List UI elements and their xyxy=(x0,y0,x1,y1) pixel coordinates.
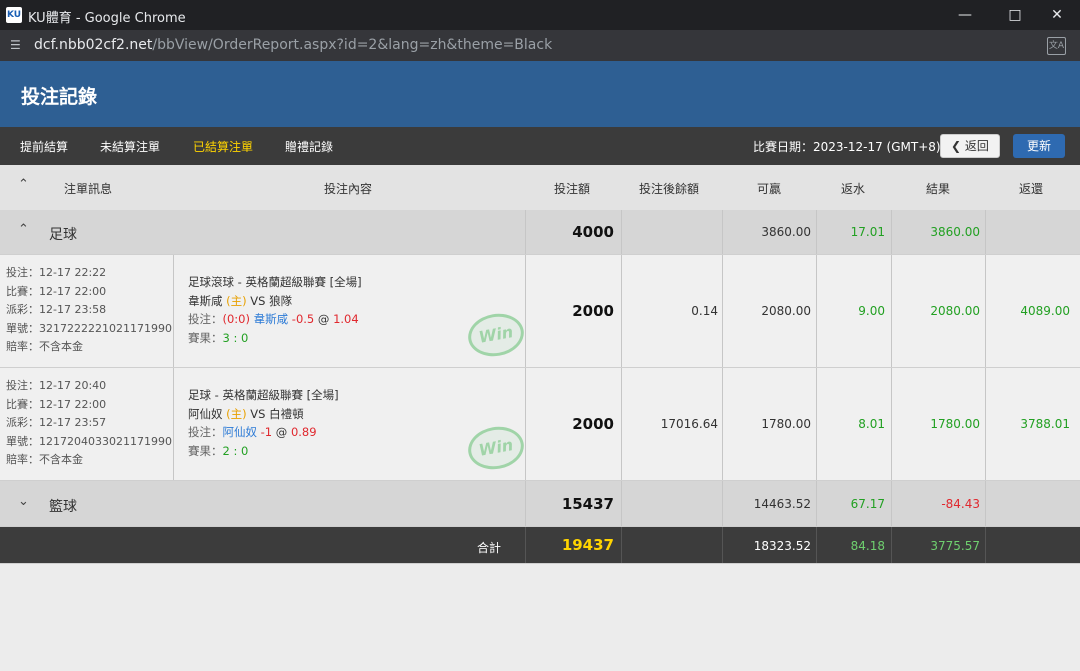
col-can-win: 可贏 xyxy=(757,182,782,196)
maximize-icon[interactable]: □ xyxy=(992,0,1038,30)
minimize-icon[interactable]: — xyxy=(942,0,988,30)
col-returned: 返還 xyxy=(1019,182,1044,196)
page-header: 投注記錄 xyxy=(0,61,1080,127)
table-header: ⌃ 注單訊息 投注內容 投注額 投注後餘額 可贏 返水 結果 返還 xyxy=(0,165,1080,211)
browser-title-bar: KU KU體育 - Google Chrome — □ ✕ xyxy=(0,0,1080,30)
col-bet-content: 投注內容 xyxy=(324,182,373,196)
chevron-down-icon[interactable]: ⌄ xyxy=(18,494,29,509)
bet-stake: 2000 xyxy=(572,415,614,433)
group-stake: 4000 xyxy=(572,223,614,241)
window-title: KU體育 - Google Chrome xyxy=(28,11,186,26)
sport-name: 籃球 xyxy=(49,499,77,515)
bet-info: 投注：12-17 22:22 比賽：12-17 22:00 派彩：12-17 2… xyxy=(6,266,172,354)
chevron-left-icon: ❮ xyxy=(951,139,965,153)
group-stake: 15437 xyxy=(561,495,614,513)
report-nav: 提前結算 未結算注單 已結算注單 贈禮記錄 比賽日期：2023-12-17 (G… xyxy=(0,127,1080,165)
page-title: 投注記錄 xyxy=(21,86,98,108)
table-row: 投注：12-17 20:40 比賽：12-17 22:00 派彩：12-17 2… xyxy=(0,368,1080,481)
col-bet-info: 注單訊息 xyxy=(64,182,113,196)
bet-content: 足球 - 英格蘭超級聯賽 [全場] 阿仙奴 (主) VS 白禮頓 投注：阿仙奴 … xyxy=(188,388,339,458)
group-result: 3860.00 xyxy=(930,225,980,239)
bet-rebate: 8.01 xyxy=(858,417,885,431)
bet-result: 2080.00 xyxy=(930,304,980,318)
sport-group-row[interactable]: ⌃ 足球 4000 3860.00 17.01 3860.00 xyxy=(0,210,1080,255)
url-text[interactable]: dcf.nbb02cf2.net/bbView/OrderReport.aspx… xyxy=(34,37,552,53)
tab-early-settlement[interactable]: 提前結算 xyxy=(20,138,68,155)
refresh-button[interactable]: 更新 xyxy=(1013,134,1065,158)
col-rebate: 返水 xyxy=(841,182,866,196)
table-row: 投注：12-17 22:22 比賽：12-17 22:00 派彩：12-17 2… xyxy=(0,255,1080,368)
total-stake: 19437 xyxy=(561,536,614,554)
total-result: 3775.57 xyxy=(930,539,980,553)
col-balance-after: 投注後餘額 xyxy=(639,182,700,196)
total-can-win: 18323.52 xyxy=(753,539,811,553)
bet-returned: 3788.01 xyxy=(1020,417,1070,431)
back-button[interactable]: ❮ 返回 xyxy=(940,134,1000,158)
close-icon[interactable]: ✕ xyxy=(1034,0,1080,30)
address-bar[interactable]: ☰ dcf.nbb02cf2.net/bbView/OrderReport.as… xyxy=(0,30,1080,61)
total-label: 合計 xyxy=(476,541,501,555)
tab-settled[interactable]: 已結算注單 xyxy=(193,138,253,155)
group-result: -84.43 xyxy=(941,497,980,511)
group-rebate: 17.01 xyxy=(850,225,885,239)
bet-stake: 2000 xyxy=(572,302,614,320)
bet-content: 足球滾球 - 英格蘭超級聯賽 [全場] 韋斯咸 (主) VS 狼隊 投注：(0:… xyxy=(188,275,362,345)
chevron-up-icon[interactable]: ⌃ xyxy=(18,222,29,237)
tab-unsettled[interactable]: 未結算注單 xyxy=(100,138,160,155)
chevron-up-icon[interactable]: ⌃ xyxy=(18,177,29,192)
bet-rebate: 9.00 xyxy=(858,304,885,318)
sport-name: 足球 xyxy=(49,227,77,243)
win-stamp-icon: Win xyxy=(464,309,528,361)
bet-returned: 4089.00 xyxy=(1020,304,1070,318)
tab-gift-records[interactable]: 贈禮記錄 xyxy=(285,138,333,155)
translate-icon[interactable]: 文A xyxy=(1047,37,1066,55)
bet-result: 1780.00 xyxy=(930,417,980,431)
total-rebate: 84.18 xyxy=(850,539,885,553)
total-row: 合計 19437 18323.52 84.18 3775.57 xyxy=(0,527,1080,564)
bet-can-win: 1780.00 xyxy=(761,417,811,431)
group-can-win: 3860.00 xyxy=(761,225,811,239)
site-info-icon[interactable]: ☰ xyxy=(10,38,24,52)
col-result: 結果 xyxy=(926,182,951,196)
sport-group-row[interactable]: ⌄ 籃球 15437 14463.52 67.17 -84.43 xyxy=(0,481,1080,527)
group-can-win: 14463.52 xyxy=(753,497,811,511)
bet-balance: 0.14 xyxy=(691,304,718,318)
win-stamp-icon: Win xyxy=(464,422,528,474)
bet-can-win: 2080.00 xyxy=(761,304,811,318)
bet-info: 投注：12-17 20:40 比賽：12-17 22:00 派彩：12-17 2… xyxy=(6,379,172,467)
group-rebate: 67.17 xyxy=(850,497,885,511)
app-logo-icon: KU xyxy=(6,7,22,23)
col-stake: 投注額 xyxy=(554,182,591,196)
bet-balance: 17016.64 xyxy=(660,417,718,431)
match-date-label: 比賽日期：2023-12-17 (GMT+8) xyxy=(753,140,941,154)
